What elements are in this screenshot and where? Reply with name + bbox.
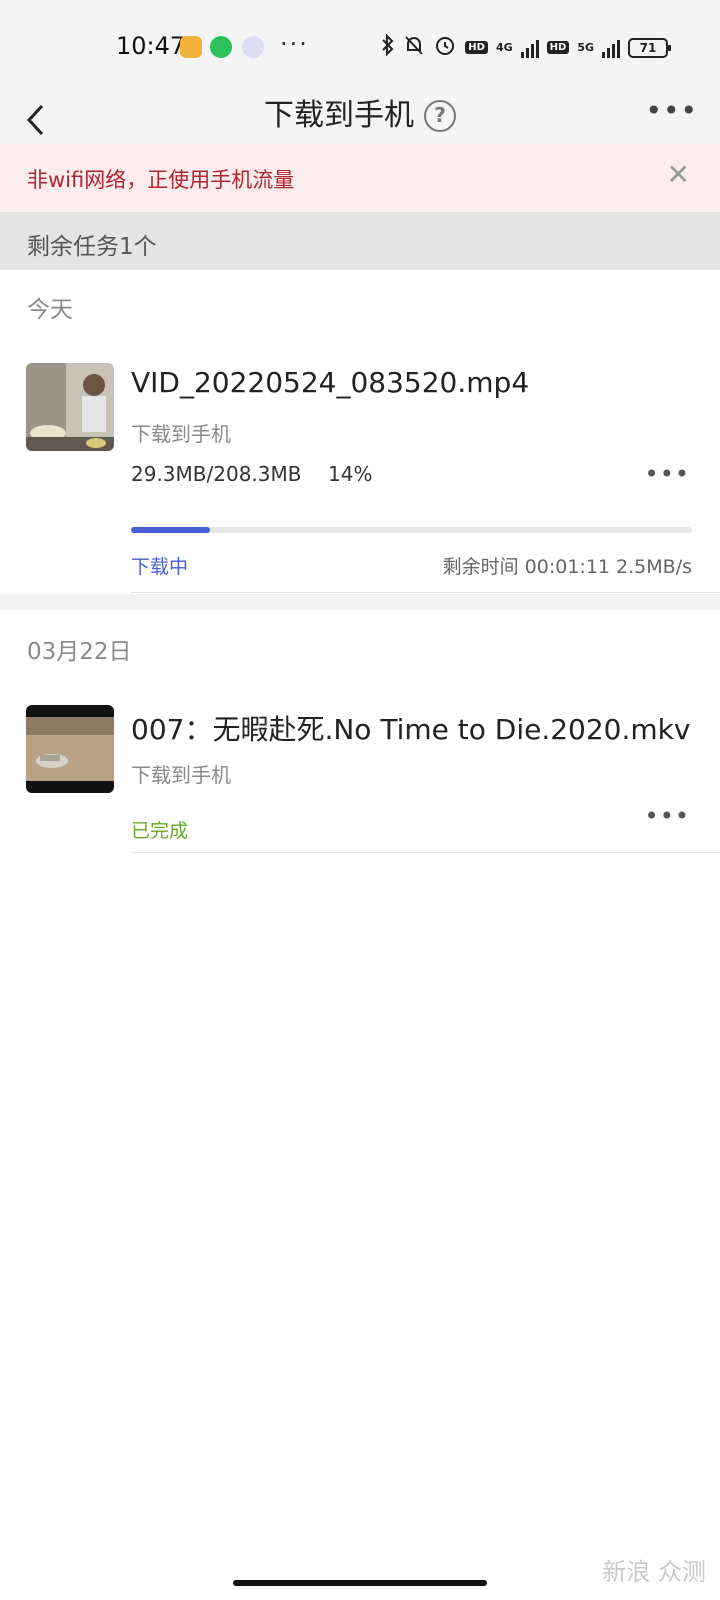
- watermark-logo: 新浪 众测: [602, 1558, 706, 1586]
- battery-icon: 71: [628, 37, 671, 58]
- remaining-tasks-text: 剩余任务1个: [27, 234, 157, 260]
- more-options-icon[interactable]: •••: [645, 94, 698, 127]
- screen: 10:47 ··· HD 4G HD 5G 71 下载到手机 ? ••• 非wi…: [0, 0, 720, 1600]
- signal-bars-icon: [520, 38, 539, 58]
- section-label-today: 今天: [27, 297, 73, 323]
- download-progress-fill: [131, 527, 210, 533]
- file-name-2: 007：无暇赴死.No Time to Die.2020.mkv: [131, 713, 691, 746]
- notes-app-icon: [180, 36, 202, 58]
- divider: [131, 592, 720, 593]
- more-notifications-icon: ···: [280, 30, 309, 58]
- help-icon[interactable]: ?: [424, 100, 456, 132]
- signal-bars-icon-2: [602, 38, 620, 58]
- close-banner-icon[interactable]: ✕: [667, 158, 690, 191]
- network-4g-label: 4G: [495, 41, 513, 54]
- file-destination: 下载到手机: [131, 422, 231, 446]
- divider-2: [131, 852, 720, 853]
- download-size: 29.3MB/208.3MB: [131, 462, 302, 486]
- completed-status: 已完成: [131, 820, 189, 842]
- network-warning-banner: 非wifi网络，正使用手机流量 ✕: [0, 144, 720, 212]
- wechat-icon: [210, 36, 232, 58]
- remaining-time: 剩余时间 00:01:11 2.5MB/s: [442, 556, 692, 578]
- remaining-tasks-bar: 剩余任务1个: [0, 212, 720, 270]
- section-label-date: 03月22日: [27, 639, 132, 665]
- file-name: VID_20220524_083520.mp4: [131, 366, 530, 399]
- hd-badge-icon: HD: [465, 41, 488, 54]
- status-bar: 10:47 ··· HD 4G HD 5G 71: [0, 0, 720, 96]
- status-time: 10:47: [116, 32, 186, 60]
- title-bar: 下载到手机 ? •••: [0, 94, 720, 144]
- bluetooth-icon: [381, 33, 395, 61]
- alarm-icon: [433, 34, 457, 61]
- item-more-icon[interactable]: •••: [645, 460, 690, 488]
- hd-badge-icon-2: HD: [546, 41, 570, 54]
- page-title: 下载到手机: [264, 98, 414, 133]
- home-indicator[interactable]: [233, 1580, 487, 1586]
- status-indicators: HD 4G HD 5G 71: [381, 33, 671, 61]
- app-notification-icon: [242, 36, 264, 58]
- network-warning-text: 非wifi网络，正使用手机流量: [27, 168, 295, 192]
- download-status: 下载中: [131, 556, 189, 578]
- mute-bell-icon: [403, 34, 425, 61]
- download-percent: 14%: [328, 462, 373, 486]
- section-separator: [0, 594, 720, 610]
- video-thumbnail: [26, 363, 114, 451]
- download-progress-bar: [131, 527, 692, 533]
- movie-thumbnail: [26, 705, 114, 793]
- item-more-icon-2[interactable]: •••: [645, 802, 690, 830]
- network-5g-label: 5G: [577, 41, 594, 54]
- file-destination-2: 下载到手机: [131, 763, 231, 787]
